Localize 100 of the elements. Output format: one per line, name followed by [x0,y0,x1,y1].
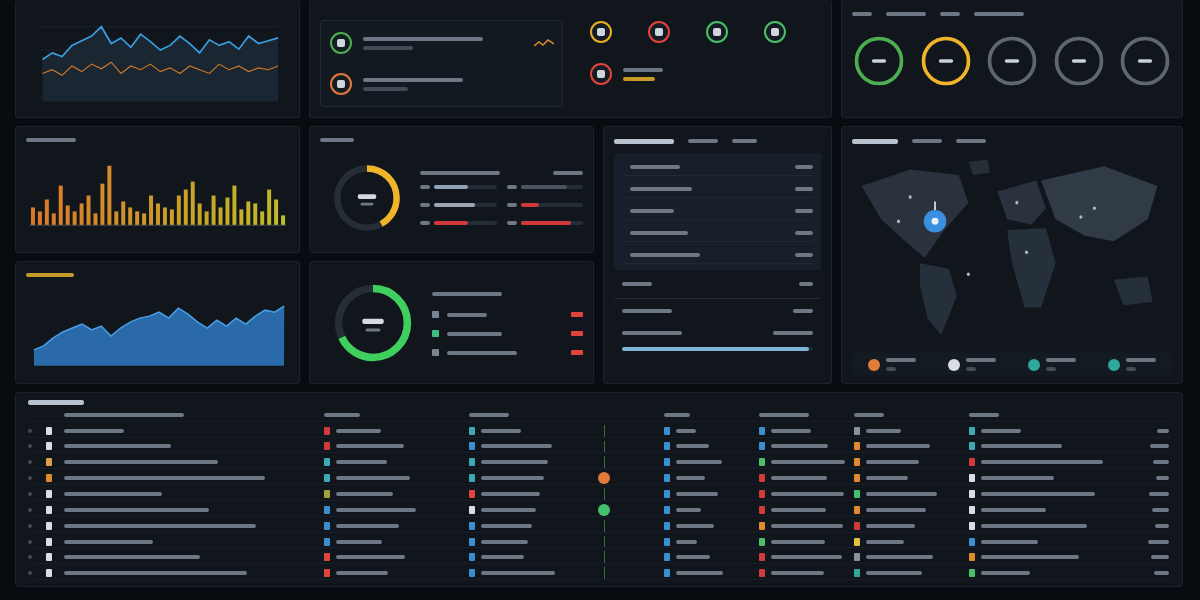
chart-bar [156,203,160,226]
blurred-text [676,571,723,576]
blurred-text [324,413,360,418]
blurred-text [886,367,896,371]
blurred-text [759,413,809,418]
blurred-text [64,428,124,433]
blurred-text [676,492,718,496]
chart-bar [72,211,77,226]
map-pin-icon [922,199,949,236]
blurred-text [623,67,663,72]
chart-bar [162,207,167,226]
blurred-text [363,86,408,91]
blurred-text [622,282,652,286]
blurred-text [688,139,718,143]
chart-bar [246,201,251,226]
chart-bar [79,203,84,226]
blurred-text [866,444,930,449]
blurred-text [1046,367,1056,371]
chart-bar [225,197,230,226]
blurred-text [1148,539,1169,544]
blurred-text [795,231,813,235]
blurred-text [336,492,393,496]
blurred-text [447,331,502,336]
blurred-text [336,555,405,560]
blurred-text [1156,476,1169,481]
chart-bar [190,181,195,226]
blurred-text [799,282,813,286]
chart-bar [176,195,181,226]
blurred-text [795,209,813,213]
chart-bar [107,165,112,226]
chart-bar [218,207,223,226]
blurred-text [1154,571,1169,576]
chart-bar [183,189,188,226]
chart-bar [51,213,56,226]
blurred-text [630,187,692,191]
blurred-text [676,444,709,449]
blurred-text [974,12,1024,16]
blurred-text [866,507,926,512]
chart-bar [260,211,265,226]
blurred-text [912,139,942,143]
blurred-text [771,571,824,576]
chart-bar [135,211,140,226]
blurred-text [28,555,32,560]
ring-gauge [852,34,906,88]
blurred-text [28,428,32,433]
blurred-text [866,571,922,576]
blurred-text [676,555,710,560]
blurred-text [506,184,517,189]
blurred-text [630,209,674,213]
ring-gauge [1118,34,1172,88]
blurred-text [676,428,696,433]
blurred-text [623,76,655,81]
chart-bar [121,201,126,226]
blurred-text [420,202,430,207]
blurred-text [771,523,843,528]
blurred-text [447,312,487,317]
blurred-text [614,138,674,144]
blurred-text [481,476,544,481]
blurred-text [336,460,387,465]
blurred-text [336,571,388,576]
blurred-text [981,428,1021,433]
blurred-text [481,555,524,560]
blurred-text [866,523,915,528]
blurred-text [771,444,828,449]
blurred-text [553,170,583,175]
blurred-text [1149,492,1169,496]
blurred-text [793,309,813,313]
chart-bar [93,213,98,226]
blurred-text [447,350,517,355]
chart-bar [128,207,133,226]
blurred-text [336,523,399,528]
blurred-text [866,460,919,465]
blurred-text [1150,444,1169,449]
blurred-text [771,476,827,481]
blurred-text [852,12,872,16]
chart-bar [211,195,216,226]
chart-bar [65,205,70,226]
blurred-text [481,523,532,528]
blurred-text [1126,367,1136,371]
blurred-text [1046,358,1076,362]
blurred-text [771,428,811,433]
chart-bar [253,203,258,226]
blurred-text [771,555,842,560]
blurred-text [481,460,548,465]
blurred-text [28,492,32,496]
chart-bar [114,211,119,226]
chart-bar [204,211,209,226]
chart-bar [37,211,42,226]
blurred-text [481,444,552,449]
blurred-text [506,220,517,225]
blurred-text [26,273,74,277]
blurred-text [966,358,996,362]
sparkline-icon [534,38,554,48]
blurred-text [630,231,688,235]
blurred-text [866,428,901,433]
blurred-text [1157,428,1169,433]
blurred-text [622,331,682,335]
chart-bar [30,207,35,226]
chart-bar [86,195,91,226]
blurred-text [363,45,413,50]
